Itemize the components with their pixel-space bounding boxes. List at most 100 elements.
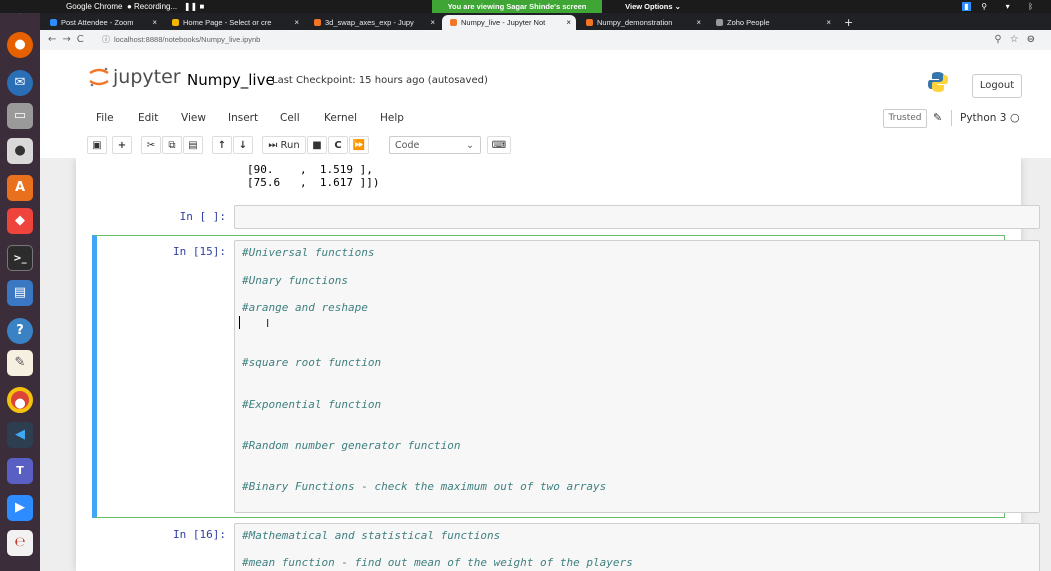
address-bar-row: ←→C ⓘ localhost:8888/notebooks/Numpy_liv… [40,30,1051,51]
cell-type-value: Code [395,140,420,151]
screen-share-banner: You are viewing Sagar Shinde's screen [432,0,602,13]
menu-view[interactable]: View [181,110,206,126]
code-comment: #Universal functions [242,246,375,259]
trusted-indicator[interactable]: Trusted [883,109,927,128]
text-cursor [239,316,240,329]
chrome-icon[interactable]: ● [7,387,33,413]
url-field[interactable]: localhost:8888/notebooks/Numpy_live.ipyn… [114,34,260,46]
ubuntu-dock: ◉ ● ✉ ▭ ● A ◆ >_ ▤ ? ✎ ● ◀ T ▶ ℮ [0,0,40,571]
tab-title: Home Page - Select or cre [183,18,272,27]
stop-icon[interactable]: ■ [199,2,204,11]
recording-indicator: Google Chrome ● Recording... ❚❚ ■ [66,1,216,12]
zoom-favicon-icon [50,19,57,26]
zoho-favicon-icon [716,19,723,26]
move-down-icon[interactable]: ↓ [233,136,253,154]
restart-icon[interactable]: C [328,136,348,154]
jupyter-logo-icon[interactable] [88,66,110,88]
jupyter-logo-text[interactable]: jupyter [113,65,181,89]
cell-prompt: In [15]: [173,245,226,258]
close-icon[interactable]: × [430,15,435,30]
run-icon: ⏭ [268,140,278,151]
zoom-tray-icon[interactable]: ▮ [962,2,971,11]
zoom-icon[interactable]: ▶ [7,495,33,521]
code-comment: #Binary Functions - check the maximum ou… [242,480,607,493]
document-viewer-icon[interactable]: ▤ [7,280,33,306]
thunderbird-icon[interactable]: ✉ [7,70,33,96]
text-editor-icon[interactable]: ✎ [7,350,33,376]
notebook-toolbar: ▣ + ✂ ⧉ ▤ ↑ ↓ ⏭ Run ■ C ⏩ Code ⌄ ⌨ [40,131,1051,159]
software-store-icon[interactable]: A [7,175,33,201]
menu-insert[interactable]: Insert [228,110,258,126]
jupyter-favicon-icon [314,19,321,26]
tab-numpy-demonstration[interactable]: Numpy_demonstration × [578,15,706,30]
bluetooth-icon[interactable]: ᛒ [1028,2,1041,11]
command-palette-icon[interactable]: ⌨ [487,136,511,154]
interrupt-icon[interactable]: ■ [307,136,327,154]
zoom-icon[interactable]: ⚲ [994,34,1009,45]
close-icon[interactable]: × [152,15,157,30]
code-comment: #square root function [242,356,382,369]
close-icon[interactable]: × [294,15,299,30]
disk-icon[interactable]: ● [7,138,33,164]
code-cell-input[interactable]: #Mathematical and statistical functions … [234,523,1040,571]
save-icon[interactable]: ▣ [87,136,107,154]
tab-numpy-live[interactable]: Numpy_live - Jupyter Not × [442,15,576,30]
code-comment: #Mathematical and statistical functions [242,529,501,542]
cell-prompt: In [16]: [173,528,226,541]
restart-run-all-icon[interactable]: ⏩ [349,136,369,154]
cell-type-select[interactable]: Code ⌄ [389,136,481,154]
system-tray-icons: ▮ ⚲ ▾ ᛒ [962,0,1041,13]
new-tab-icon[interactable]: + [844,15,853,30]
menu-help[interactable]: Help [380,110,404,126]
close-icon[interactable]: × [696,15,701,30]
tab-home-page[interactable]: Home Page - Select or cre × [164,15,304,30]
firefox-icon[interactable]: ● [7,32,33,58]
kernel-name[interactable]: Python 3 [960,110,1006,126]
close-icon[interactable]: × [826,15,831,30]
notebook-area[interactable]: [90. , 1.519 ], [75.6 , 1.617 ]]) In [ ]… [40,158,1051,571]
view-options-button[interactable]: View Options ⌄ [608,0,698,13]
tab-title: Numpy_live - Jupyter Not [461,18,546,27]
notebook-name[interactable]: Numpy_live [187,70,275,90]
network-icon[interactable]: ⚲ [981,2,995,11]
edit-pencil-icon[interactable]: ✎ [933,110,942,126]
logout-button[interactable]: Logout [972,74,1022,98]
bookmark-star-icon[interactable]: ☆ [1010,34,1027,45]
pdf-icon[interactable]: ℮ [7,530,33,556]
reload-icon[interactable]: C [77,34,90,45]
code-cell-input[interactable]: #Universal functions #Unary functions #a… [234,240,1040,513]
move-up-icon[interactable]: ↑ [212,136,232,154]
run-button[interactable]: ⏭ Run [262,136,306,154]
forward-icon[interactable]: → [62,34,76,45]
insert-cell-icon[interactable]: + [112,136,132,154]
anydesk-icon[interactable]: ◆ [7,208,33,234]
help-icon[interactable]: ? [7,318,33,344]
menu-kernel[interactable]: Kernel [324,110,357,126]
terminal-icon[interactable]: >_ [7,245,33,271]
kernel-status-icon: ○ [1010,111,1020,124]
empty-code-cell-input[interactable] [234,205,1040,229]
tab-zoho-people[interactable]: Zoho People × [708,15,836,30]
menu-edit[interactable]: Edit [138,110,158,126]
wifi-icon[interactable]: ▾ [1006,2,1018,11]
files-icon[interactable]: ▭ [7,103,33,129]
pause-icon[interactable]: ❚❚ [184,2,197,11]
code-comment: #Random number generator function [242,439,461,452]
close-icon[interactable]: × [566,15,571,30]
vscode-icon[interactable]: ◀ [7,422,33,448]
paste-icon[interactable]: ▤ [183,136,203,154]
menu-file[interactable]: File [96,110,114,126]
cell-prompt: In [ ]: [179,210,226,223]
profile-icon[interactable]: ⊖ [1027,34,1043,45]
jupyter-header: jupyter Numpy_live Last Checkpoint: 15 h… [40,50,1051,106]
cut-icon[interactable]: ✂ [141,136,161,154]
info-icon[interactable]: ⓘ [102,34,110,46]
tab-3d-swap-axes[interactable]: 3d_swap_axes_exp - Jupy × [306,15,440,30]
copy-icon[interactable]: ⧉ [162,136,182,154]
back-icon[interactable]: ← [48,34,62,45]
tab-title: Post Attendee - Zoom [61,18,134,27]
system-top-bar: Google Chrome ● Recording... ❚❚ ■ You ar… [0,0,1051,13]
tab-zoom[interactable]: Post Attendee - Zoom × [42,15,162,30]
menu-cell[interactable]: Cell [280,110,300,126]
teams-icon[interactable]: T [7,458,33,484]
